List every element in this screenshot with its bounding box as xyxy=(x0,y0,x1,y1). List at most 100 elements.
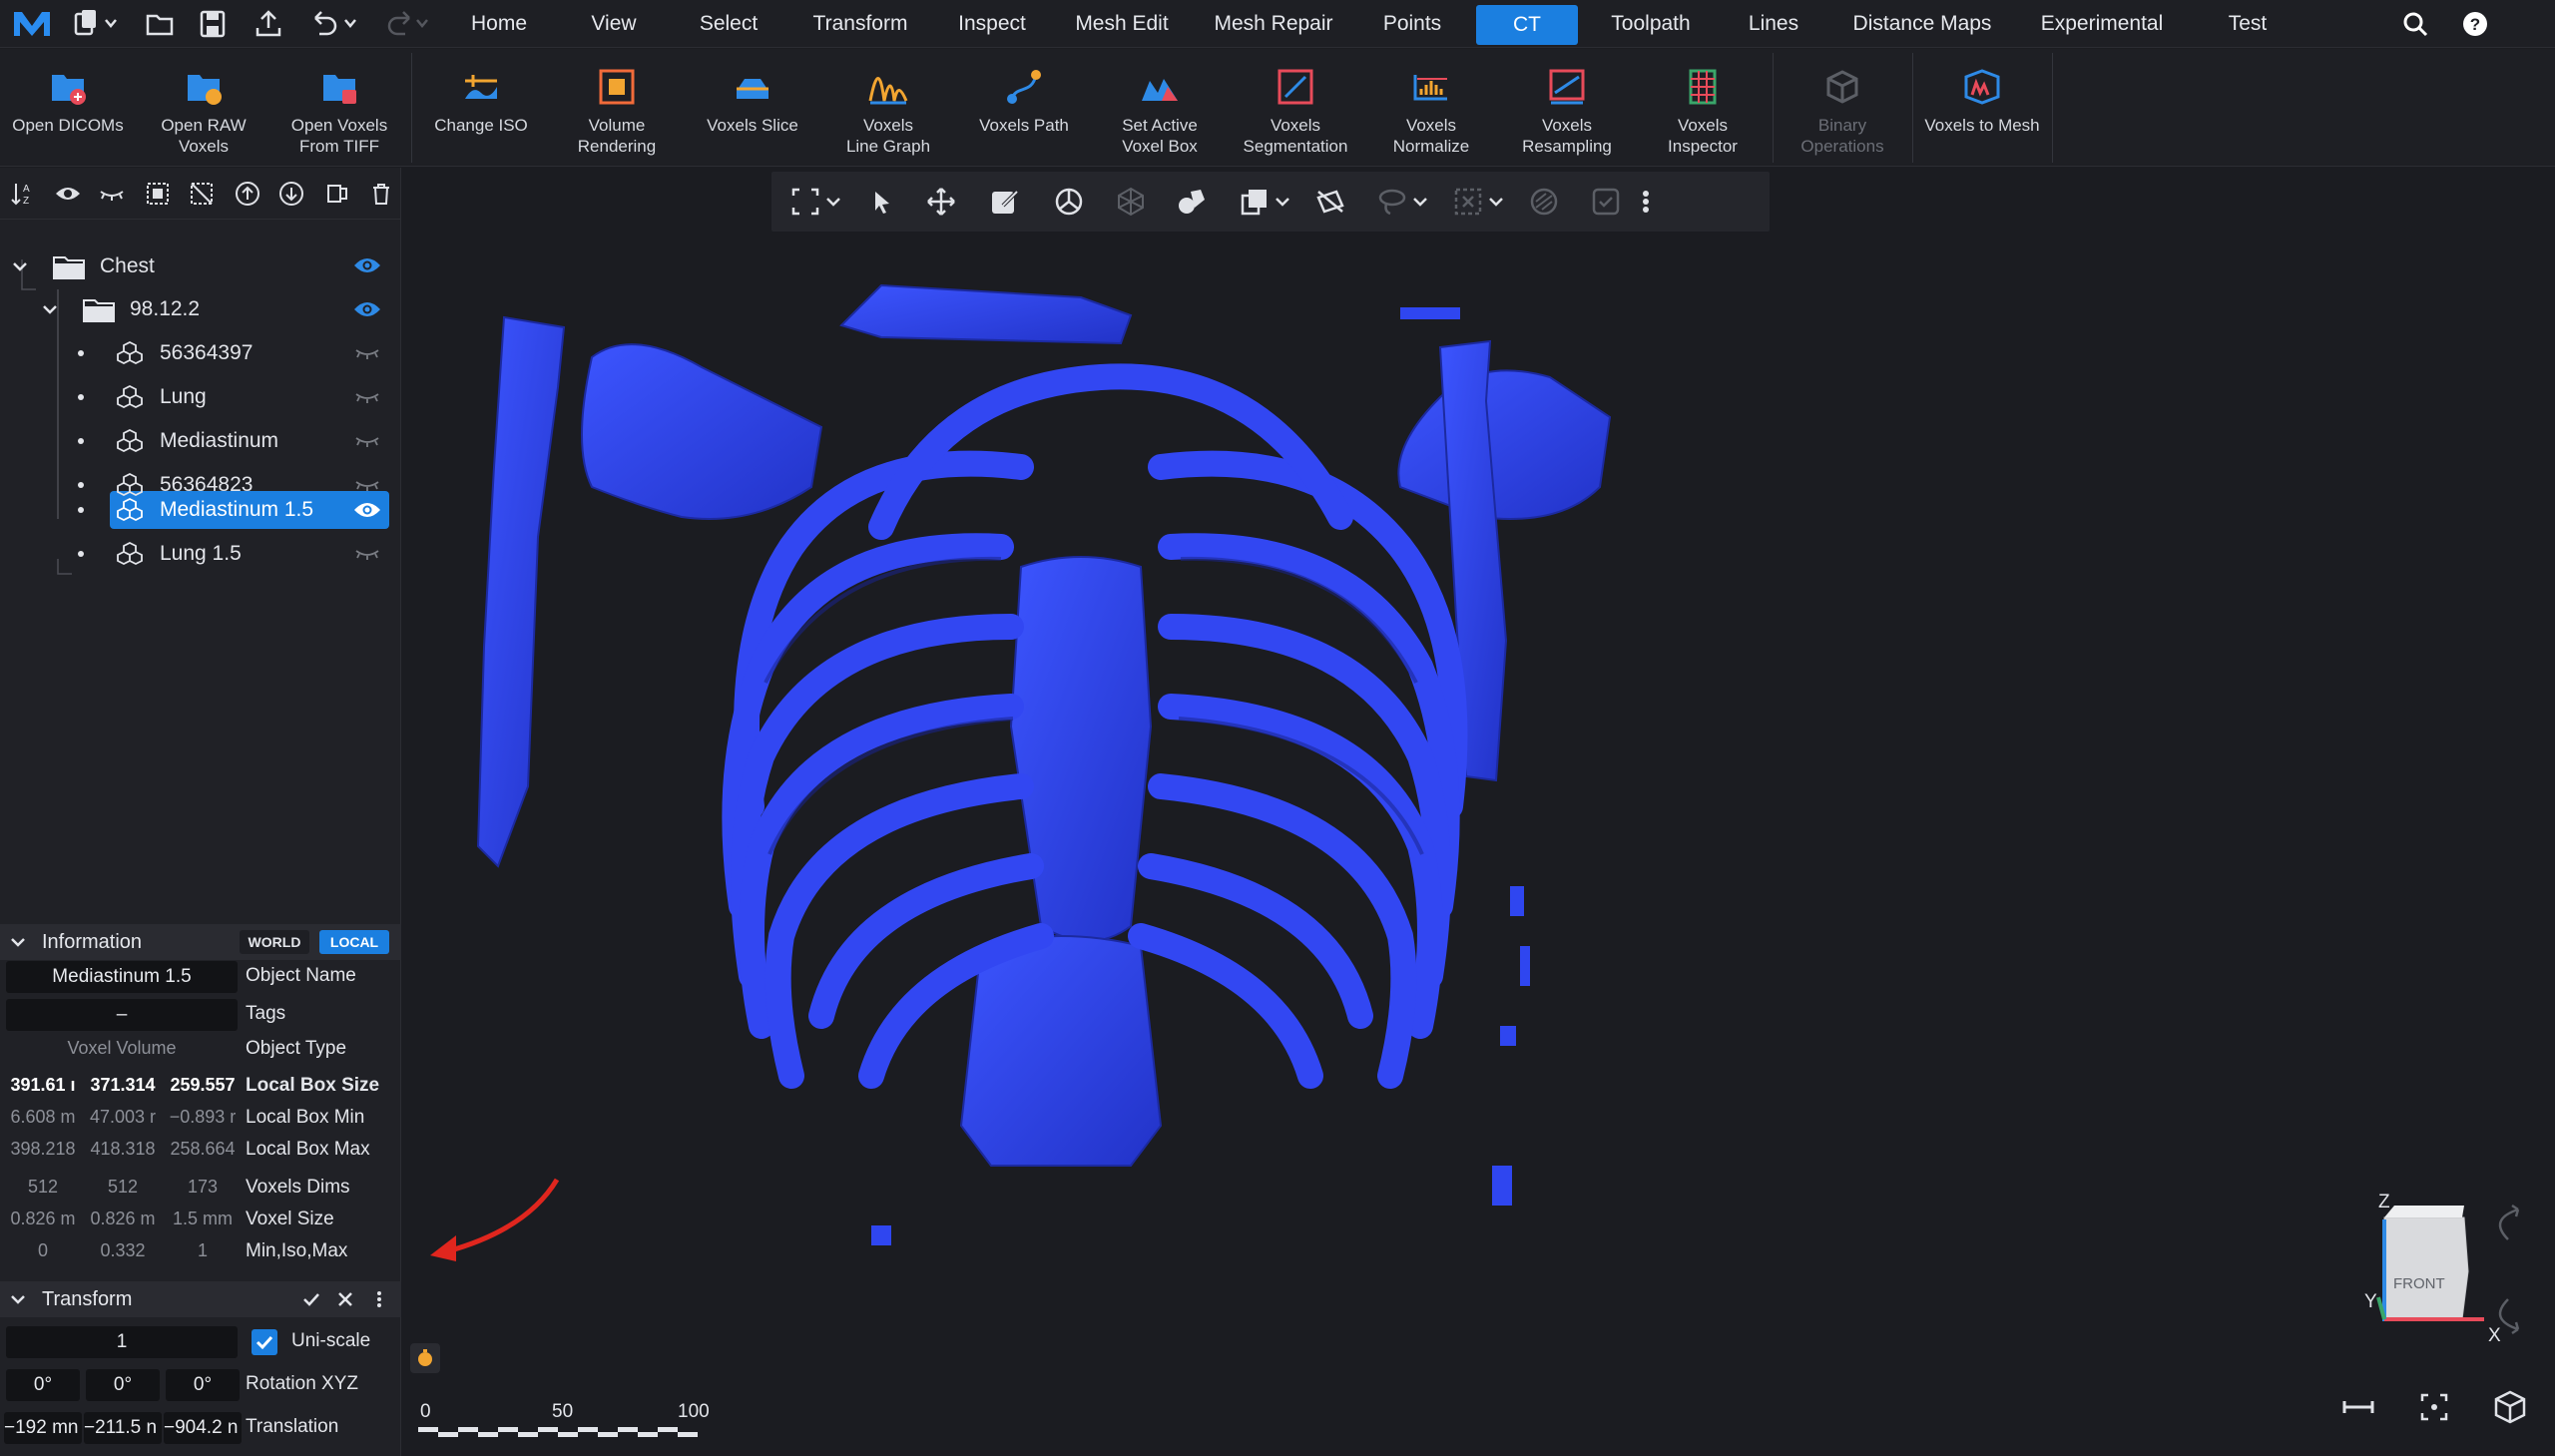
tab-mesh-edit[interactable]: Mesh Edit xyxy=(1064,0,1180,48)
object-name-field[interactable]: Mediastinum 1.5 xyxy=(6,961,238,993)
tree-item-98-12-2[interactable]: 98.12.2 xyxy=(38,289,200,329)
binary-operations-button[interactable]: Binary Operations xyxy=(1775,49,1910,167)
tab-inspect[interactable]: Inspect xyxy=(948,0,1036,48)
tab-lines[interactable]: Lines xyxy=(1731,0,1816,48)
delete-icon[interactable] xyxy=(367,180,395,208)
transform-section-header[interactable]: Transform xyxy=(0,1281,401,1317)
hidden-eye-icon[interactable] xyxy=(353,343,381,363)
fit-view-icon[interactable] xyxy=(789,186,821,218)
voxels-inspector-button[interactable]: Voxels Inspector xyxy=(1635,49,1771,167)
local-toggle[interactable]: LOCAL xyxy=(319,930,389,954)
logo-icon[interactable] xyxy=(10,6,54,42)
translation-y-field[interactable]: −211.5 n xyxy=(84,1412,162,1444)
move-down-icon[interactable] xyxy=(277,180,305,208)
save-icon[interactable] xyxy=(198,8,228,40)
tree-item-chest[interactable]: Chest xyxy=(8,246,155,286)
sort-icon[interactable]: AZ xyxy=(10,180,38,208)
section-plane-icon[interactable] xyxy=(1314,186,1346,218)
projection-cube-icon[interactable] xyxy=(2490,1387,2530,1427)
hidden-eye-icon[interactable] xyxy=(353,544,381,564)
tab-distance-maps[interactable]: Distance Maps xyxy=(1844,0,2000,48)
hidden-eye-icon[interactable] xyxy=(353,475,381,495)
tab-view[interactable]: View xyxy=(573,0,655,48)
chevron-down-icon[interactable] xyxy=(38,297,62,321)
translation-z-field[interactable]: −904.2 n xyxy=(164,1412,242,1444)
tab-home[interactable]: Home xyxy=(451,0,547,48)
set-active-voxel-box-button[interactable]: Set Active Voxel Box xyxy=(1092,49,1228,167)
lasso-icon[interactable] xyxy=(1376,186,1408,218)
tree-item-lung-1-5[interactable]: Lung 1.5 xyxy=(78,534,242,574)
measure-icon[interactable] xyxy=(2338,1387,2378,1427)
tree-item-mediastinum[interactable]: Mediastinum xyxy=(78,421,278,461)
move-up-icon[interactable] xyxy=(234,180,261,208)
hide-icon[interactable] xyxy=(98,180,126,208)
information-section-header[interactable]: Information WORLD LOCAL xyxy=(0,924,401,960)
chevron-down-icon[interactable] xyxy=(8,932,28,952)
tab-points[interactable]: Points xyxy=(1367,0,1457,48)
visible-eye-icon[interactable] xyxy=(353,255,381,275)
tree-item-56364397[interactable]: 56364397 xyxy=(78,333,253,373)
chevron-down-icon[interactable] xyxy=(8,1289,28,1309)
mesh-wire-icon[interactable] xyxy=(1115,186,1147,218)
deselect-icon[interactable] xyxy=(188,180,216,208)
voxels-normalize-button[interactable]: Voxels Normalize xyxy=(1363,49,1499,167)
open-raw-voxels-button[interactable]: Open RAW Voxels xyxy=(136,49,271,167)
chest-ct-mesh[interactable] xyxy=(402,168,2555,1456)
world-toggle[interactable]: WORLD xyxy=(240,930,309,954)
select-all-icon[interactable] xyxy=(144,180,172,208)
new-file-icon[interactable] xyxy=(72,8,118,40)
voxels-line-graph-button[interactable]: Voxels Line Graph xyxy=(820,49,956,167)
export-icon[interactable] xyxy=(254,8,283,40)
undo-icon[interactable] xyxy=(307,8,359,40)
visible-eye-icon[interactable] xyxy=(353,299,381,319)
help-icon[interactable]: ? xyxy=(2461,10,2489,38)
voxels-segmentation-button[interactable]: Voxels Segmentation xyxy=(1228,49,1363,167)
cancel-x-icon[interactable] xyxy=(335,1289,355,1309)
edit-mesh-icon[interactable] xyxy=(989,186,1021,218)
pointer-icon[interactable] xyxy=(865,186,897,218)
voxels-path-button[interactable]: Voxels Path xyxy=(956,49,1092,167)
rotate-view-icon[interactable] xyxy=(1053,186,1085,218)
chevron-down-icon[interactable] xyxy=(823,186,843,218)
more-vertical-icon[interactable] xyxy=(1636,186,1656,218)
volume-rendering-button[interactable]: Volume Rendering xyxy=(549,49,685,167)
apply-check-icon[interactable] xyxy=(301,1289,321,1309)
open-dicoms-button[interactable]: Open DICOMs xyxy=(0,49,136,167)
box-select-icon[interactable] xyxy=(1452,186,1484,218)
chevron-down-icon[interactable] xyxy=(1486,186,1506,218)
chevron-down-icon[interactable] xyxy=(1410,186,1430,218)
voxels-slice-button[interactable]: Voxels Slice xyxy=(685,49,820,167)
tree-item-lung[interactable]: Lung xyxy=(78,377,207,417)
translation-x-field[interactable]: −192 mn xyxy=(4,1412,82,1444)
visible-eye-icon[interactable] xyxy=(353,500,381,520)
tab-mesh-repair[interactable]: Mesh Repair xyxy=(1206,0,1341,48)
rotation-z-field[interactable]: 0° xyxy=(166,1369,240,1401)
tags-field[interactable]: – xyxy=(6,999,238,1031)
tab-experimental[interactable]: Experimental xyxy=(2026,0,2178,48)
3d-viewport[interactable]: 0 50 100 FRONT Z Y X xyxy=(402,168,2555,1456)
confirm-icon[interactable] xyxy=(1590,186,1622,218)
rotation-y-field[interactable]: 0° xyxy=(86,1369,160,1401)
open-folder-icon[interactable] xyxy=(145,8,175,40)
tab-ct[interactable]: CT xyxy=(1476,5,1578,45)
more-vertical-icon[interactable] xyxy=(369,1289,389,1309)
redo-icon[interactable] xyxy=(379,8,431,40)
view-cube[interactable]: FRONT Z Y X xyxy=(2358,1192,2548,1365)
voxels-to-mesh-button[interactable]: Voxels to Mesh xyxy=(1914,49,2050,167)
chevron-down-icon[interactable] xyxy=(1273,186,1292,218)
timer-icon[interactable] xyxy=(410,1343,440,1373)
tab-toolpath[interactable]: Toolpath xyxy=(1597,0,1705,48)
uniscale-checkbox[interactable] xyxy=(252,1329,277,1355)
show-icon[interactable] xyxy=(54,180,82,208)
change-iso-button[interactable]: Change ISO xyxy=(413,49,549,167)
tab-transform[interactable]: Transform xyxy=(798,0,922,48)
hidden-eye-icon[interactable] xyxy=(353,387,381,407)
view-center-icon[interactable] xyxy=(2414,1387,2454,1427)
tab-select[interactable]: Select xyxy=(685,0,772,48)
rotation-x-field[interactable]: 0° xyxy=(6,1369,80,1401)
deselect-icon[interactable] xyxy=(1528,186,1560,218)
move-icon[interactable] xyxy=(925,186,957,218)
voxels-resampling-button[interactable]: Voxels Resampling xyxy=(1499,49,1635,167)
duplicate-icon[interactable] xyxy=(323,180,351,208)
scale-field[interactable]: 1 xyxy=(6,1326,238,1358)
